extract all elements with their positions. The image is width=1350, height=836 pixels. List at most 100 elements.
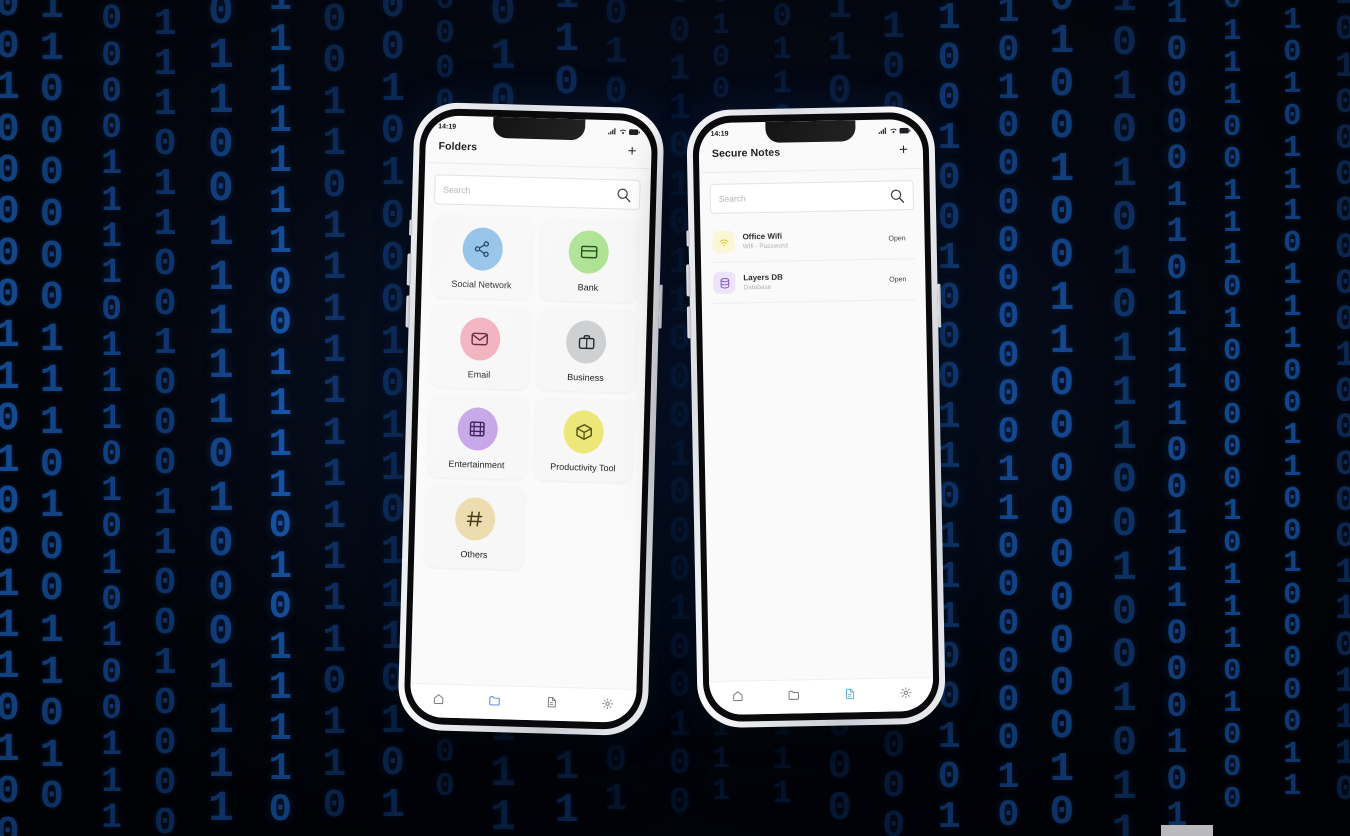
nav-folder-button[interactable] [787,688,800,706]
binary-column: 111111100111101011110 [268,0,292,832]
note-title: Layers DB [743,272,783,283]
folder-label: Business [567,371,604,384]
open-note-button[interactable]: Open [882,272,914,287]
wifi-icon [889,128,897,134]
search-section-2: Search [699,169,924,222]
binary-column: 110000110111100111000101 [1166,0,1188,836]
note-list-item[interactable]: Office Wifi Wifi - Password Open [710,218,915,263]
bottom-navigation-folders [409,682,637,724]
note-subtitle: Wifi - Password [742,242,788,251]
document-icon [845,688,854,699]
search-icon[interactable] [616,187,631,202]
bottom-navigation-secure-notes [709,676,934,716]
binary-column: 1001000001101001110100 [0,0,20,836]
folder-card[interactable]: Business [535,307,638,393]
cube-icon [575,423,592,440]
nav-document-button[interactable] [545,695,558,713]
folder-label: Email [467,369,491,380]
phone-bezel: 14:19 Folders + Search Social Network Ba… [403,107,659,731]
folder-card[interactable]: Others [423,484,526,570]
nav-gear-button[interactable] [601,697,614,715]
document-icon [547,696,556,707]
search-section: Search [424,163,651,218]
signal-icon [608,128,616,135]
side-button-volume-up[interactable] [406,253,412,286]
battery-icon [629,129,640,136]
binary-column: 0110011111010001111 [208,0,234,834]
folder-icon-badge [454,496,496,542]
phone-device-folders: 14:19 Folders + Search Social Network Ba… [397,101,665,737]
folder-icon [788,690,799,700]
status-time-2: 14:19 [710,130,729,138]
page-title-2: Secure Notes [711,146,781,160]
side-button-volume-up-2[interactable] [686,264,691,297]
folder-card[interactable]: Bank [537,217,640,303]
battery-icon [899,127,911,134]
binary-column: 01110011101000001011101000 [1222,0,1242,818]
note-subtitle: Database [743,283,772,292]
folder-label: Bank [577,282,599,293]
folder-label: Social Network [451,278,512,291]
wifi-icon [619,129,626,135]
nav-document-button[interactable] [843,687,856,705]
folder-card[interactable]: Entertainment [426,394,529,480]
side-button-volume-down-2[interactable] [686,306,691,339]
folder-card[interactable]: Social Network [431,214,534,300]
binary-column: 11000000111010011010 [39,0,64,821]
search-placeholder-2: Search [718,193,746,204]
folder-card[interactable]: Email [428,304,531,390]
note-icon-badge [712,230,735,253]
app-header-secure-notes: Secure Notes + [698,138,924,174]
folder-icon-badge [563,409,605,455]
envelope-icon [471,332,489,346]
status-icon-group [608,128,640,136]
side-button-silent-2[interactable] [686,230,690,247]
hash-icon [467,511,483,527]
share-icon [474,241,490,258]
screenshot-canvas: 1001000001101001110100 110000001110100110… [0,0,1350,836]
folder-icon-badge [461,227,504,272]
search-placeholder: Search [443,184,471,196]
binary-column: 01010111011100110010000011 [1283,0,1302,805]
nav-home-button[interactable] [731,689,744,707]
note-text-block: Office Wifi Wifi - Password [742,230,873,251]
home-icon [433,693,444,704]
nav-home-button[interactable] [432,692,445,710]
gear-icon [899,686,911,698]
binary-column: 1100100100011011100101 [937,0,961,836]
wifi-icon [719,239,729,246]
phone-device-secure-notes: 14:19 Secure Notes + Search Office Wifi … [686,105,946,729]
folder-label: Entertainment [448,458,505,471]
folder-label: Others [460,549,488,560]
binary-column: 10101010111001001011 [1111,0,1138,836]
nav-folder-button[interactable] [488,693,501,711]
folder-icon-badge [565,319,608,365]
search-input[interactable]: Search [433,174,641,210]
add-note-button[interactable]: + [897,141,910,158]
phone-screen-secure-notes: 14:19 Secure Notes + Search Office Wifi … [698,118,934,716]
home-icon [732,690,743,701]
folders-grid: Social Network Bank Email Business Enter… [414,212,650,583]
folder-icon-badge [459,316,501,362]
binary-column: 01010000000001100000010 [997,0,1020,836]
search-icon[interactable] [890,188,905,203]
stray-ui-fragment [1161,825,1213,836]
briefcase-icon [578,335,595,350]
add-folder-button[interactable]: + [626,143,639,160]
side-button-silent[interactable] [409,219,413,236]
binary-column: 100001111011101010100111 [101,0,123,836]
note-list-item[interactable]: Layers DB Database Open [711,259,916,304]
folder-icon-badge [456,406,499,452]
side-button-volume-down[interactable] [405,295,410,328]
search-input-2[interactable]: Search [709,180,915,214]
page-title: Folders [438,139,478,153]
signal-icon [878,127,886,134]
phone-bezel-2: 14:19 Secure Notes + Search Office Wifi … [692,111,940,723]
open-note-button[interactable]: Open [881,231,913,246]
status-bar-2: 14:19 [698,119,922,143]
status-time: 14:19 [438,123,457,131]
note-text-block: Layers DB Database [743,271,874,292]
nav-gear-button[interactable] [899,686,912,704]
status-icon-group-2 [878,127,911,135]
folder-card[interactable]: Productivity Tool [532,397,635,483]
